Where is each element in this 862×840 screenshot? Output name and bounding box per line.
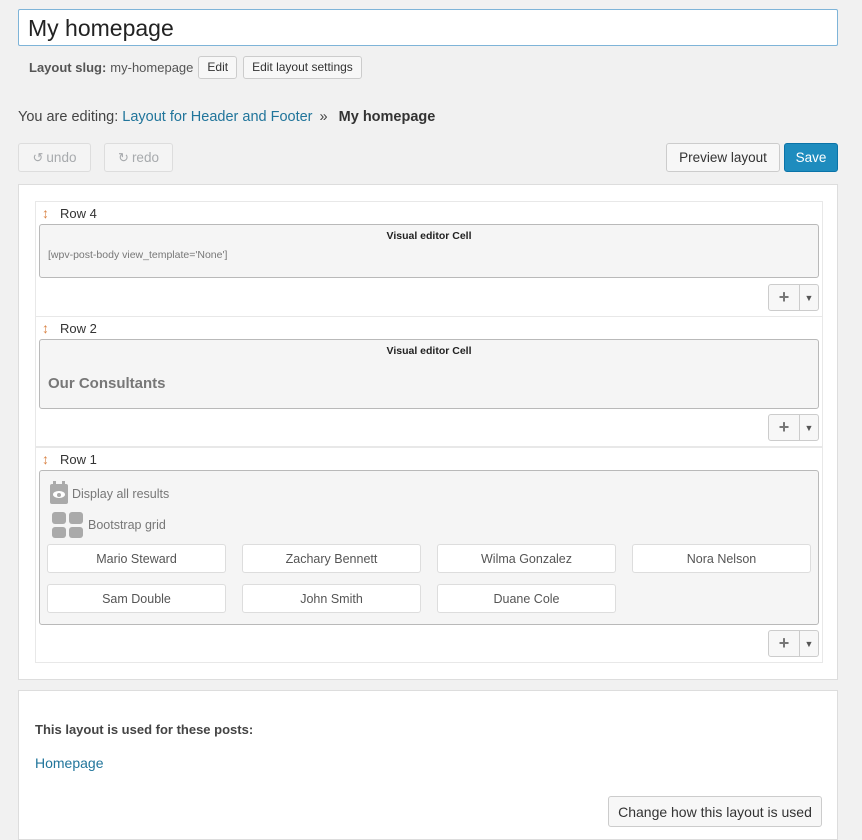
redo-button[interactable]: ↻ redo xyxy=(104,143,173,172)
grid-icon xyxy=(52,512,83,538)
breadcrumb-current: My homepage xyxy=(338,109,436,125)
list-item[interactable]: Zachary Bennett xyxy=(242,544,421,573)
grid-label: Bootstrap grid xyxy=(88,518,166,532)
list-item[interactable]: Mario Steward xyxy=(47,544,226,573)
layout-title-input[interactable]: My homepage xyxy=(18,9,838,46)
visual-editor-cell[interactable]: Visual editor Cell [wpv-post-body view_t… xyxy=(39,224,819,278)
row-header[interactable]: ↕ Row 4 xyxy=(42,205,97,221)
cell-title: Visual editor Cell xyxy=(386,345,472,357)
add-cell-control[interactable]: + ▼ xyxy=(768,630,819,657)
layout-row-1: ↕ Row 1 Display all results Bootstrap gr… xyxy=(35,447,823,663)
list-item[interactable]: Nora Nelson xyxy=(632,544,811,573)
change-usage-button[interactable]: Change how this layout is used xyxy=(608,796,822,827)
layout-row-4: ↕ Row 4 Visual editor Cell [wpv-post-bod… xyxy=(35,201,823,317)
layout-slug-row: Layout slug: my-homepage Edit Edit layou… xyxy=(29,55,368,79)
edit-layout-settings-button[interactable]: Edit layout settings xyxy=(243,55,362,79)
drag-handle-icon[interactable]: ↕ xyxy=(42,205,49,221)
layout-editor-panel: ↕ Row 4 Visual editor Cell [wpv-post-bod… xyxy=(18,184,838,680)
row-header[interactable]: ↕ Row 1 xyxy=(42,451,97,467)
layout-usage-panel: This layout is used for these posts: Hom… xyxy=(18,690,838,840)
drag-handle-icon[interactable]: ↕ xyxy=(42,451,49,467)
add-cell-control[interactable]: + ▼ xyxy=(768,284,819,311)
usage-post-link[interactable]: Homepage xyxy=(35,755,104,771)
view-line: Display all results xyxy=(50,481,170,504)
add-cell-control[interactable]: + ▼ xyxy=(768,414,819,441)
grid-line: Bootstrap grid xyxy=(50,512,166,538)
cell-content: Our Consultants xyxy=(48,375,166,392)
usage-title: This layout is used for these posts: xyxy=(35,722,254,737)
row-header[interactable]: ↕ Row 2 xyxy=(42,320,97,336)
plus-icon[interactable]: + xyxy=(769,415,800,440)
list-item[interactable]: John Smith xyxy=(242,584,421,613)
redo-label: redo xyxy=(131,150,159,165)
chevron-down-icon[interactable]: ▼ xyxy=(800,631,818,656)
undo-label: undo xyxy=(46,150,77,165)
edit-slug-button[interactable]: Edit xyxy=(198,55,238,79)
chevron-down-icon[interactable]: ▼ xyxy=(800,285,818,310)
layout-row-2: ↕ Row 2 Visual editor Cell Our Consultan… xyxy=(35,316,823,447)
row-label: Row 1 xyxy=(60,451,97,467)
drag-handle-icon[interactable]: ↕ xyxy=(42,320,49,336)
slug-label: Layout slug: xyxy=(29,59,107,75)
save-button[interactable]: Save xyxy=(784,143,838,172)
plus-icon[interactable]: + xyxy=(769,631,800,656)
visual-editor-cell[interactable]: Visual editor Cell Our Consultants xyxy=(39,339,819,409)
plus-icon[interactable]: + xyxy=(769,285,800,310)
list-item[interactable]: Duane Cole xyxy=(437,584,616,613)
row-label: Row 4 xyxy=(60,205,97,221)
view-label: Display all results xyxy=(72,487,170,501)
list-item[interactable]: Wilma Gonzalez xyxy=(437,544,616,573)
breadcrumb-prefix: You are editing: xyxy=(18,109,119,125)
preview-layout-button[interactable]: Preview layout xyxy=(666,143,780,172)
redo-icon: ↻ xyxy=(118,149,129,165)
breadcrumb-parent-link[interactable]: Layout for Header and Footer xyxy=(122,109,312,125)
breadcrumb-separator: » xyxy=(319,109,328,125)
undo-icon: ↺ xyxy=(32,149,44,165)
slug-value: my-homepage xyxy=(110,59,194,75)
list-item[interactable]: Sam Double xyxy=(47,584,226,613)
breadcrumb: You are editing: Layout for Header and F… xyxy=(18,109,435,125)
row-label: Row 2 xyxy=(60,320,97,336)
views-cell[interactable]: Display all results Bootstrap grid Mario… xyxy=(39,470,819,625)
undo-button[interactable]: ↺ undo xyxy=(18,143,91,172)
calendar-eye-icon xyxy=(50,481,68,504)
cell-content: [wpv-post-body view_template='None'] xyxy=(48,249,228,261)
cell-title: Visual editor Cell xyxy=(386,230,472,242)
chevron-down-icon[interactable]: ▼ xyxy=(800,415,818,440)
